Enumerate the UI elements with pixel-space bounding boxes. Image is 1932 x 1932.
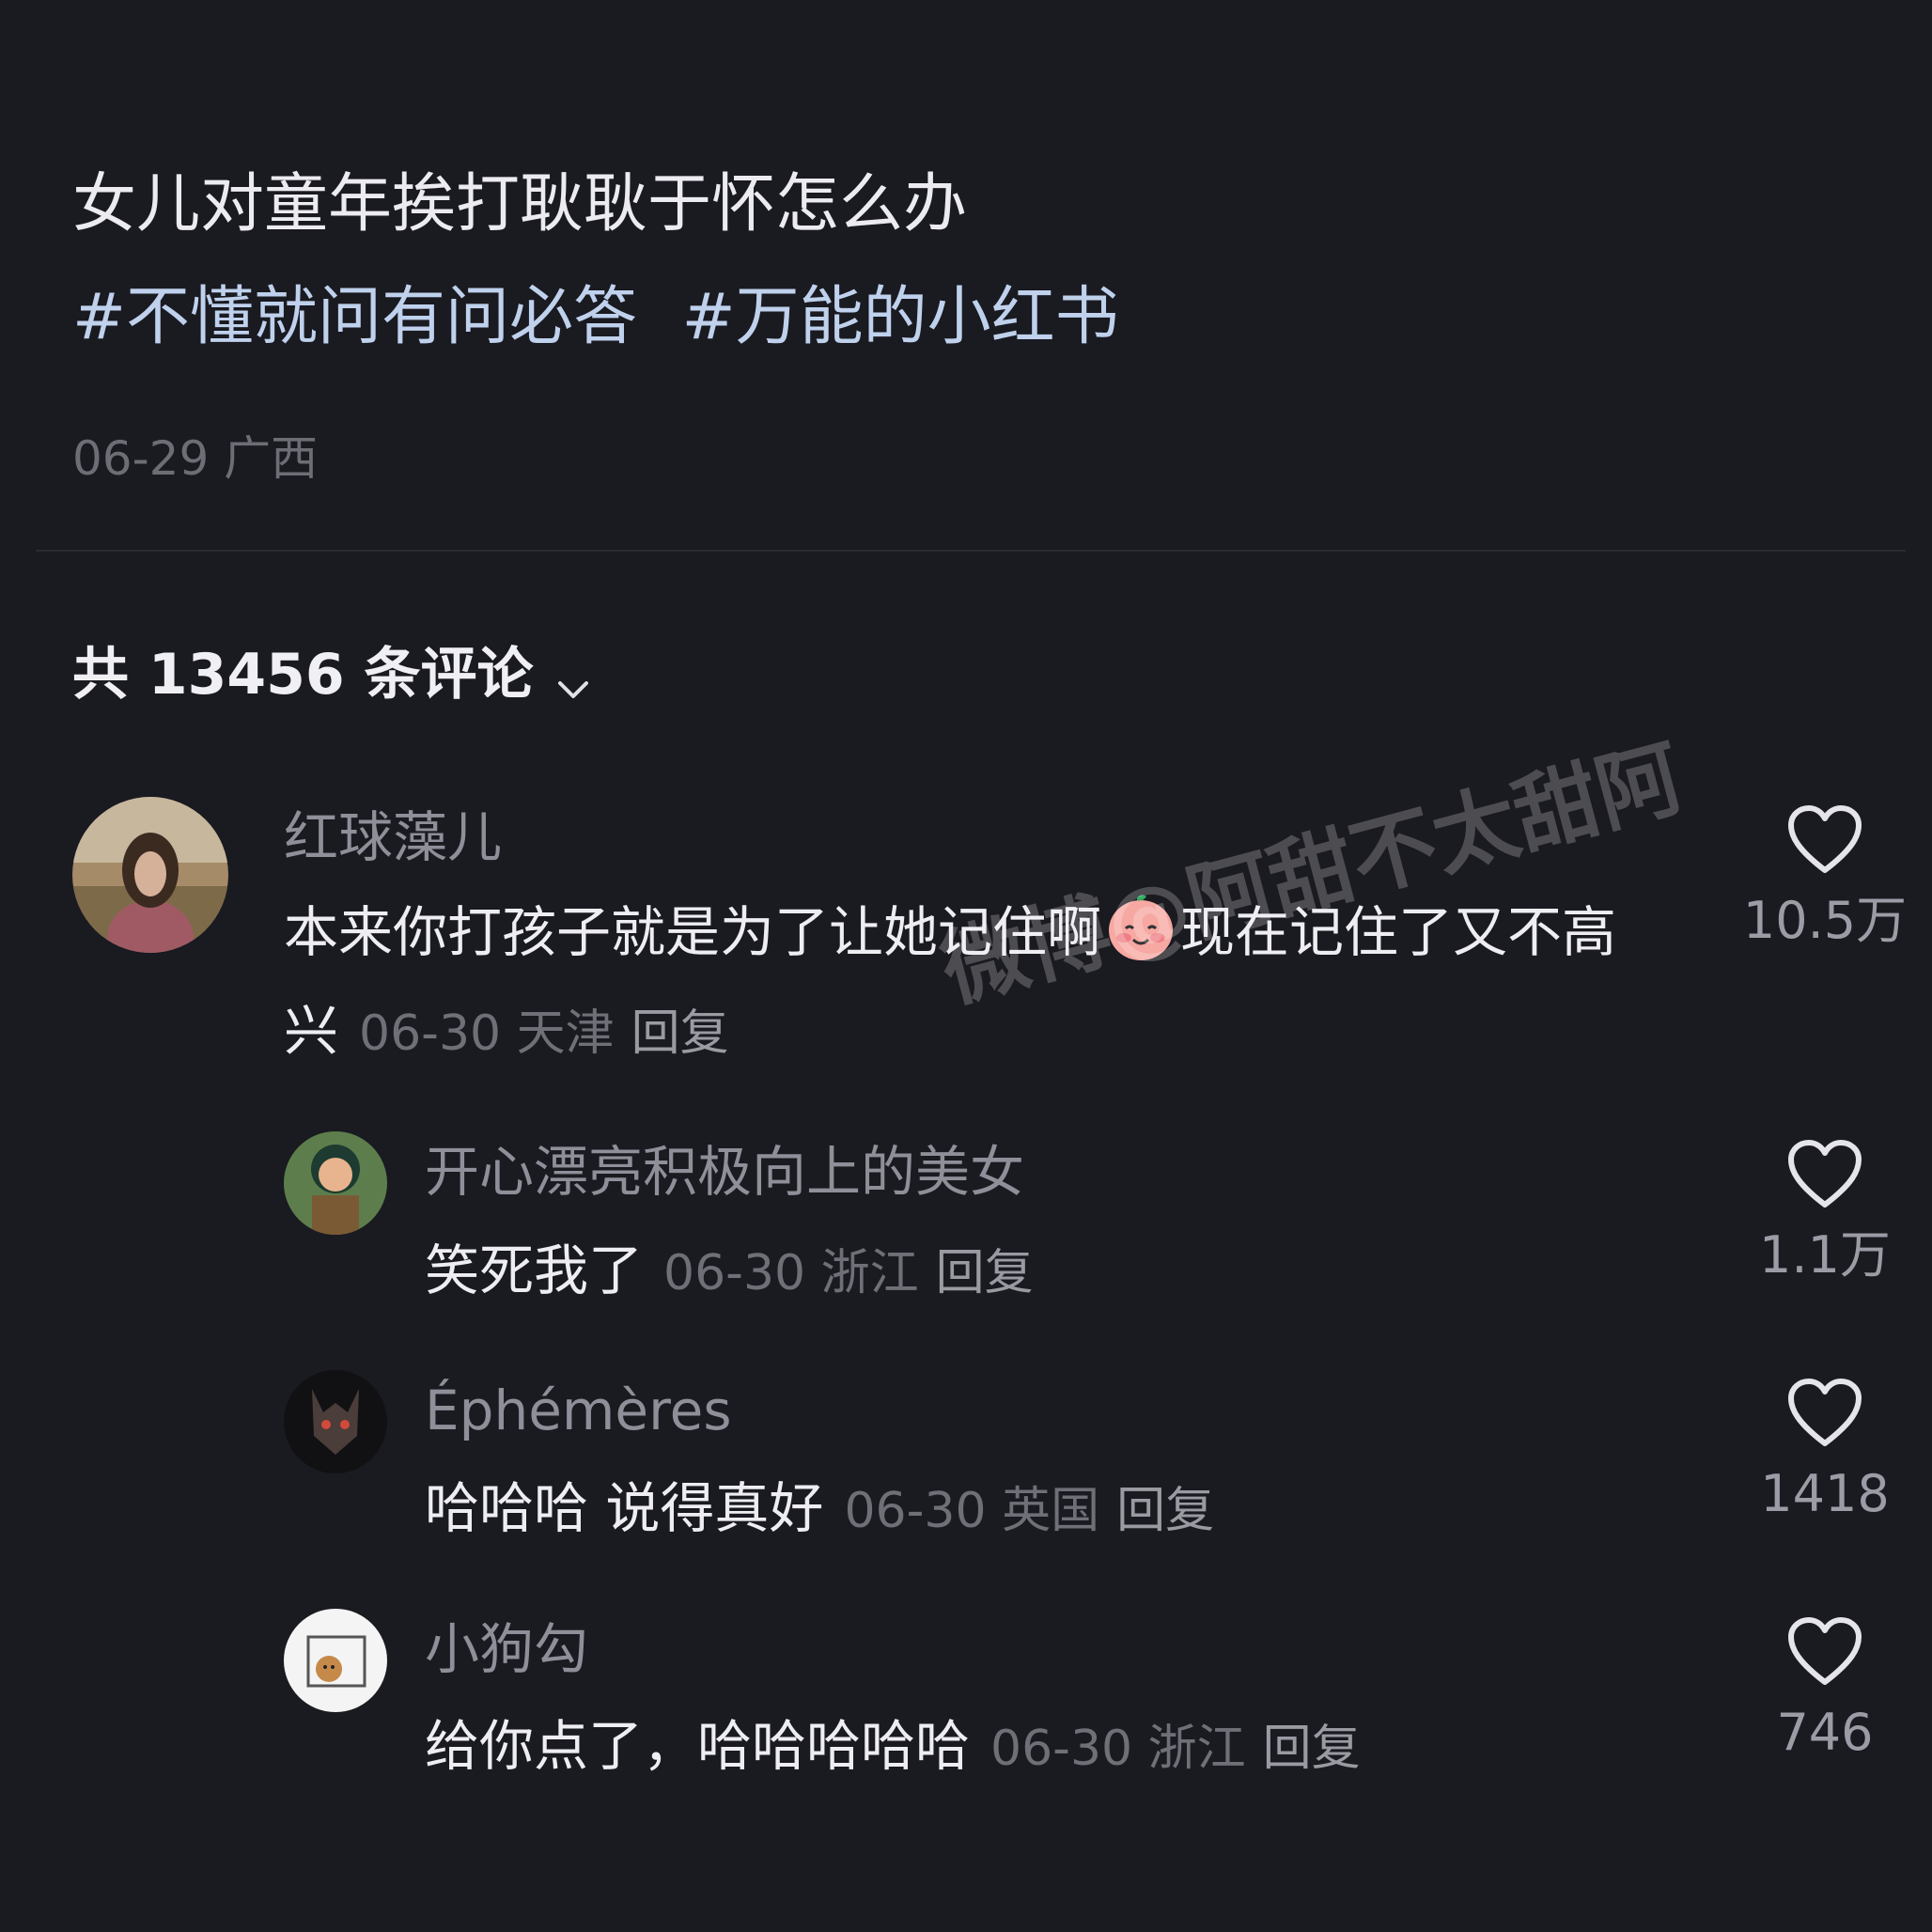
comment-text: 哈哈哈 说得真好 06-30 英国 回复 [425, 1459, 1646, 1561]
heart-icon [1788, 805, 1862, 873]
comment-text: 本来你打孩子就是为了让她记住啊 现在记住了又不高兴 06-30 天津 回复 [284, 883, 1665, 1083]
comment-username[interactable]: 红球藻儿 [284, 804, 502, 870]
reply-button[interactable]: 回复 [631, 1005, 729, 1062]
like-count: 1418 [1760, 1464, 1890, 1523]
avatar[interactable] [284, 1370, 387, 1473]
avatar[interactable] [72, 797, 228, 953]
avatar[interactable] [284, 1609, 387, 1712]
reply-button[interactable]: 回复 [936, 1245, 1034, 1301]
comment-date-location: 06-30 天津 [359, 1005, 615, 1062]
comment-body: 哈哈哈 说得真好 [425, 1476, 824, 1540]
like-count: 10.5万 [1742, 891, 1908, 950]
comment-text: 给你点了，哈哈哈哈哈 06-30 浙江 回复 [425, 1697, 1646, 1799]
heart-icon [1788, 1140, 1862, 1208]
avatar[interactable] [284, 1131, 387, 1235]
comment-body: 笑死我了 [425, 1239, 644, 1302]
heart-icon [1788, 1617, 1862, 1685]
comment-username[interactable]: 开心漂亮积极向上的美女 [425, 1139, 1024, 1205]
divider [36, 550, 1906, 552]
like-button[interactable]: 746 [1731, 1616, 1919, 1763]
like-button[interactable]: 1418 [1731, 1378, 1919, 1524]
post-title: 女儿对童年挨打耿耿于怀怎么办 [72, 167, 968, 242]
like-button[interactable]: 10.5万 [1731, 804, 1919, 951]
comment-username[interactable]: Éphémères [425, 1378, 732, 1443]
note-detail-page: 女儿对童年挨打耿耿于怀怎么办 #不懂就问有问必答 #万能的小红书 06-29 广… [0, 0, 1932, 1932]
post-date-location: 06-29 广西 [72, 431, 319, 486]
smiling-face-emoji-icon [1105, 891, 1176, 962]
post-tags: #不懂就问有问必答 #万能的小红书 [72, 274, 1144, 361]
comment-body: 给你点了，哈哈哈哈哈 [425, 1714, 971, 1778]
comment-date-location: 06-30 浙江 [990, 1721, 1246, 1777]
heart-icon [1788, 1379, 1862, 1446]
comment-text: 笑死我了 06-30 浙江 回复 [425, 1222, 1646, 1323]
like-count: 1.1万 [1759, 1225, 1891, 1285]
reply-button[interactable]: 回复 [1263, 1721, 1361, 1777]
like-count: 746 [1776, 1703, 1874, 1762]
chevron-down-icon [554, 656, 592, 698]
like-button[interactable]: 1.1万 [1731, 1139, 1919, 1285]
comment-date-location: 06-30 英国 [844, 1483, 1100, 1539]
comment-count-label: 共 13456 条评论 [72, 642, 534, 708]
comment-body: 本来你打孩子就是为了让她记住啊 [284, 900, 1102, 964]
reply-button[interactable]: 回复 [1116, 1483, 1214, 1539]
comment-username[interactable]: 小狗勾 [425, 1616, 588, 1682]
comment-count-sort-button[interactable]: 共 13456 条评论 [72, 641, 592, 709]
hashtag-link[interactable]: #不懂就问有问必答 [72, 280, 637, 354]
comment-date-location: 06-30 浙江 [663, 1245, 919, 1301]
hashtag-link[interactable]: #万能的小红书 [682, 280, 1119, 354]
